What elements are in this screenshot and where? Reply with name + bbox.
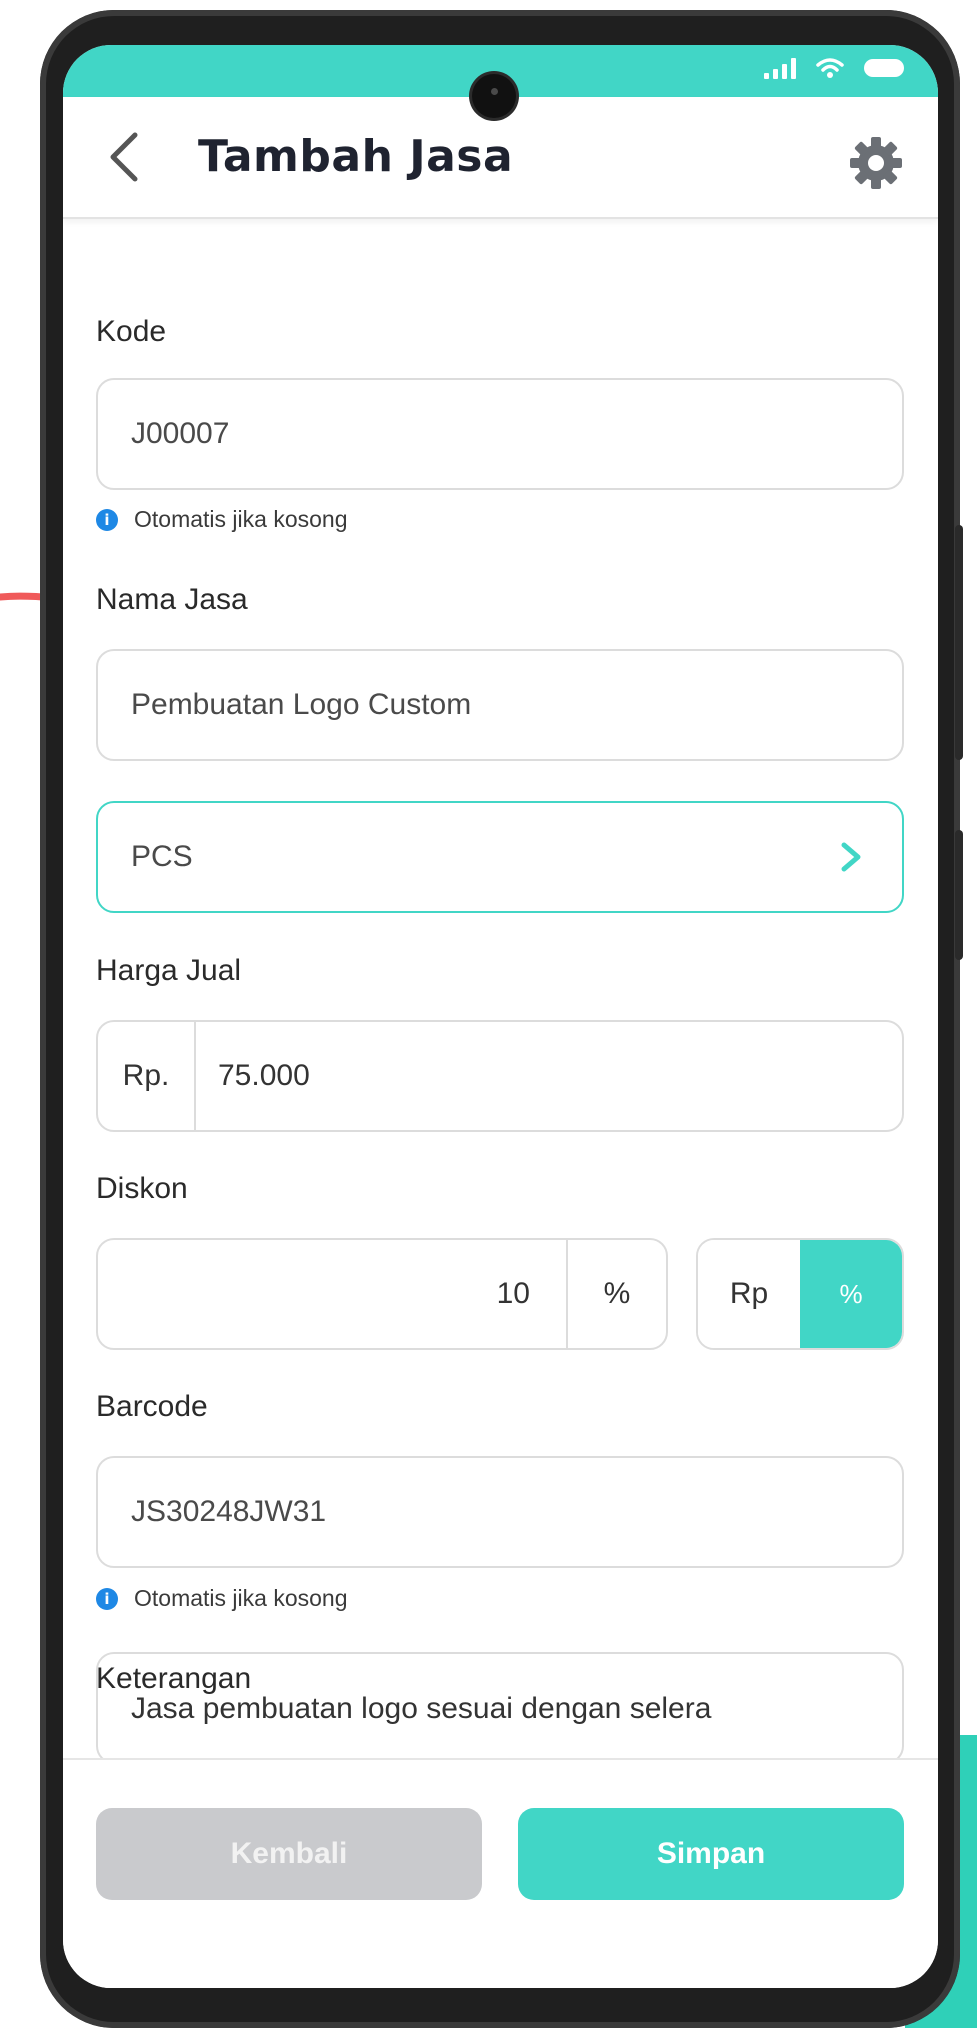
- gear-icon[interactable]: [848, 135, 904, 191]
- battery-icon: [864, 59, 904, 77]
- kode-input[interactable]: J00007: [96, 378, 904, 490]
- diskon-type-toggle: Rp %: [696, 1238, 904, 1350]
- save-button[interactable]: Simpan: [518, 1808, 904, 1900]
- harga-jual-value: 75.000: [218, 1059, 310, 1092]
- barcode-hint-text: Otomatis jika kosong: [134, 1585, 348, 1611]
- diskon-value: 10: [496, 1277, 530, 1310]
- currency-prefix: Rp.: [98, 1022, 196, 1130]
- info-icon: i: [96, 1587, 118, 1610]
- back-arrow-icon[interactable]: [101, 127, 151, 187]
- kode-hint-text: Otomatis jika kosong: [134, 506, 348, 532]
- chevron-right-icon: [841, 842, 861, 872]
- wifi-icon: [816, 58, 844, 78]
- info-icon: i: [96, 508, 118, 531]
- nama-jasa-input[interactable]: Pembuatan Logo Custom: [96, 649, 904, 761]
- harga-jual-input[interactable]: Rp. 75.000: [96, 1020, 904, 1132]
- back-button[interactable]: Kembali: [96, 1808, 482, 1900]
- barcode-value: JS30248JW31: [131, 1495, 327, 1528]
- satuan-value: PCS: [131, 840, 193, 873]
- barcode-label: Barcode: [96, 1390, 208, 1423]
- kode-value: J00007: [131, 417, 230, 450]
- kode-label: Kode: [96, 315, 167, 348]
- diskon-input[interactable]: 10 %: [96, 1238, 668, 1350]
- barcode-input[interactable]: JS30248JW31: [96, 1456, 904, 1568]
- kode-hint: i Otomatis jika kosong: [96, 506, 347, 533]
- phone-screen: Tambah Jasa Kode J00007 i Otomatis jika: [63, 45, 938, 1988]
- page-title: Tambah Jasa: [198, 131, 514, 182]
- volume-button: [955, 525, 963, 760]
- signal-icon: [764, 57, 796, 79]
- diskon-label: Diskon: [96, 1172, 188, 1205]
- nama-jasa-label: Nama Jasa: [96, 583, 248, 616]
- keterangan-textarea[interactable]: Jasa pembuatan logo sesuai dengan selera: [96, 1652, 904, 1764]
- front-camera: [472, 74, 516, 118]
- keterangan-value: Jasa pembuatan logo sesuai dengan selera: [131, 1692, 712, 1725]
- barcode-hint: i Otomatis jika kosong: [96, 1585, 347, 1612]
- toggle-rp-button[interactable]: Rp: [698, 1240, 800, 1348]
- power-button: [955, 830, 963, 960]
- harga-jual-label: Harga Jual: [96, 954, 242, 987]
- satuan-select[interactable]: PCS: [96, 801, 904, 913]
- bottom-action-bar: Kembali Simpan: [63, 1758, 938, 1988]
- diskon-suffix: %: [566, 1240, 666, 1348]
- toggle-percent-button[interactable]: %: [800, 1240, 902, 1348]
- nama-jasa-value: Pembuatan Logo Custom: [131, 688, 472, 721]
